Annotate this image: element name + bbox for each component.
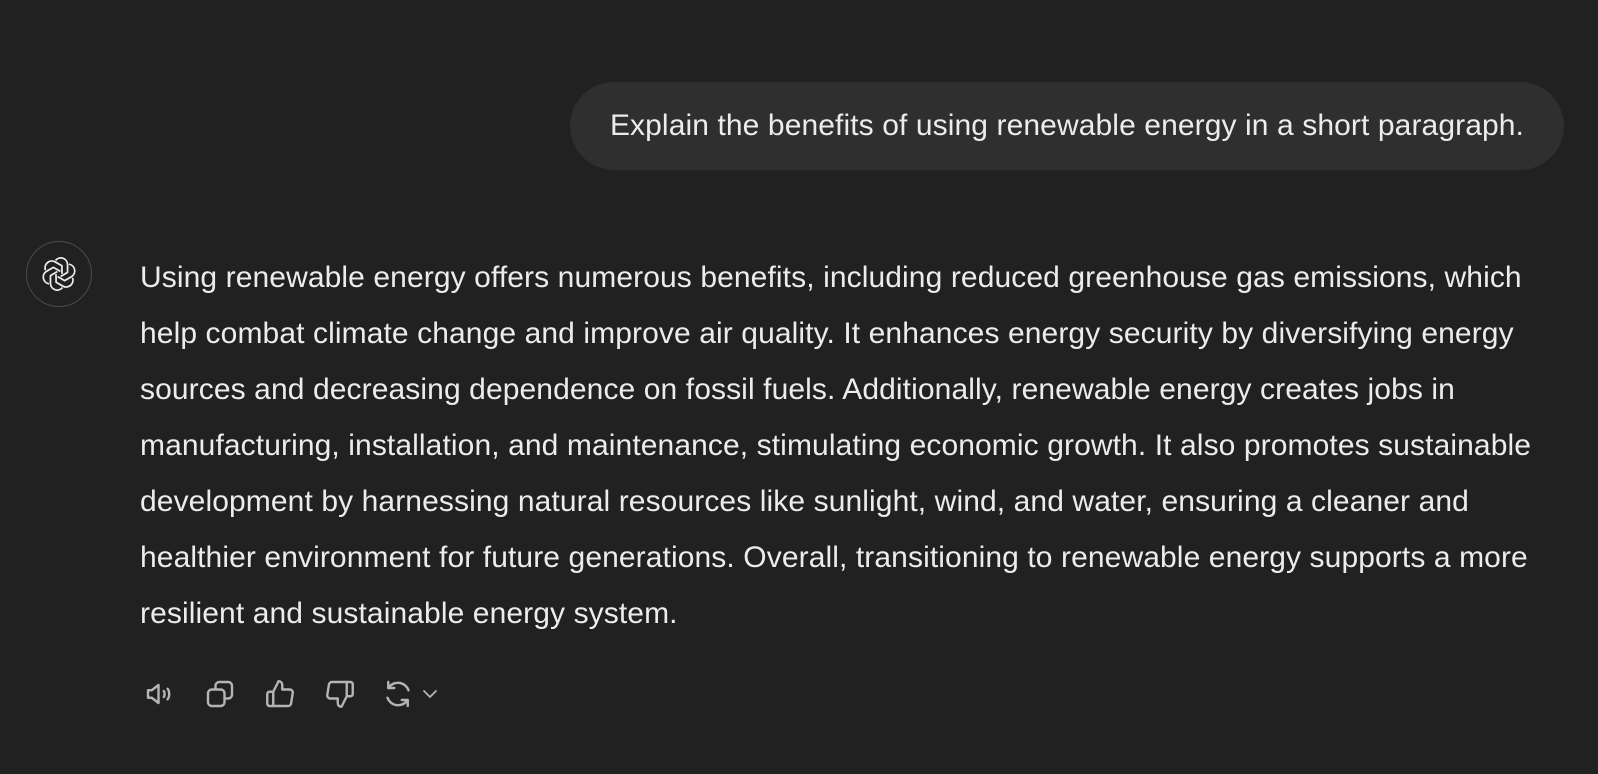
assistant-avatar [26,241,92,307]
read-aloud-button[interactable] [140,674,180,714]
user-message-bubble: Explain the benefits of using renewable … [569,82,1564,170]
assistant-message: Using renewable energy offers numerous b… [140,250,1560,642]
bad-response-button[interactable] [320,674,360,714]
user-message-text: Explain the benefits of using renewable … [609,109,1524,142]
message-actions [140,674,442,714]
chevron-down-icon [423,690,437,698]
assistant-message-text: Using renewable energy offers numerous b… [140,261,1532,630]
chat-page: Explain the benefits of using renewable … [0,0,1598,774]
regenerate-button[interactable] [380,674,442,714]
regenerate-icon [386,680,410,708]
speaker-icon [146,683,171,705]
thumbs-down-icon [326,680,354,708]
thumbs-up-icon [266,680,294,708]
copy-button[interactable] [200,674,240,714]
openai-logo-icon [42,257,76,291]
copy-icon [206,680,234,708]
good-response-button[interactable] [260,674,300,714]
